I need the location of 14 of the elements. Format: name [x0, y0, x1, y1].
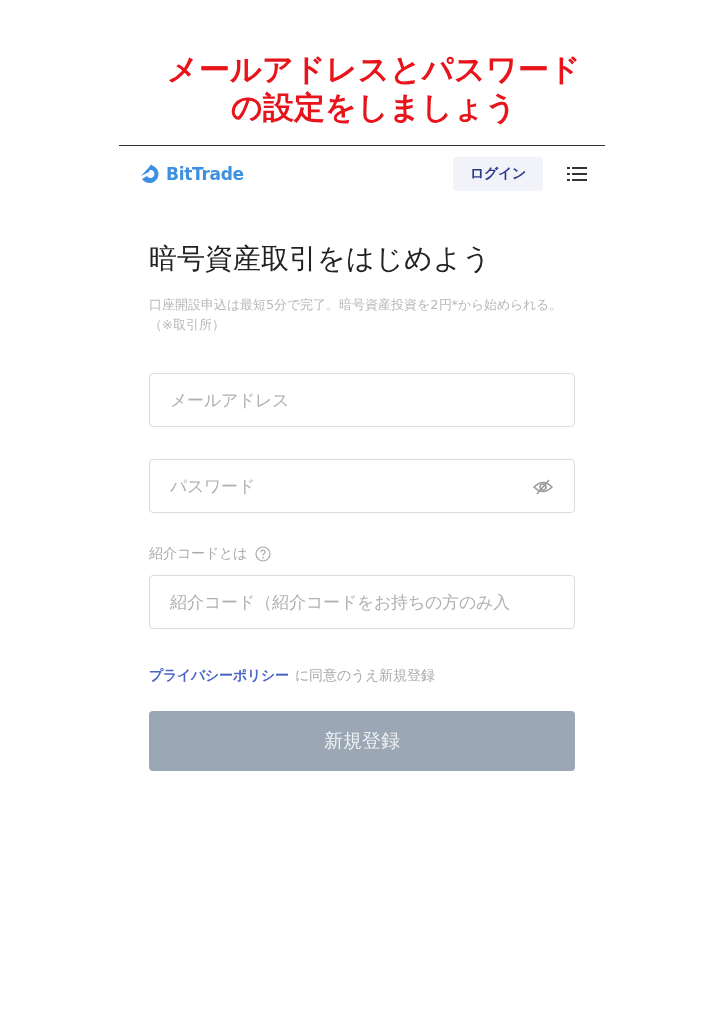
- password-field[interactable]: パスワード: [149, 459, 575, 513]
- consent-text: に同意のうえ新規登録: [295, 667, 435, 685]
- help-icon[interactable]: [255, 546, 271, 562]
- field-label: 紹介コードとは: [149, 545, 247, 563]
- page-heading: 暗号資産取引をはじめよう: [149, 241, 492, 277]
- referral-code-field[interactable]: 紹介コード（紹介コードをお持ちの方のみ入: [149, 575, 575, 629]
- description-text: 口座開設申込は最短5分で完了。暗号資産投資を2円*から始められる。（※取引所）: [149, 296, 564, 334]
- caption-title: メールアドレスとパスワード の設定をしましょう: [166, 50, 582, 126]
- email-field[interactable]: メールアドレス: [149, 373, 575, 427]
- privacy-policy-link[interactable]: プライバシーポリシー: [149, 667, 289, 685]
- menu-icon[interactable]: [567, 166, 587, 182]
- eye-slash-icon[interactable]: [533, 479, 553, 495]
- login-button[interactable]: ログイン: [453, 157, 543, 191]
- logo-text: BitTrade: [166, 164, 244, 184]
